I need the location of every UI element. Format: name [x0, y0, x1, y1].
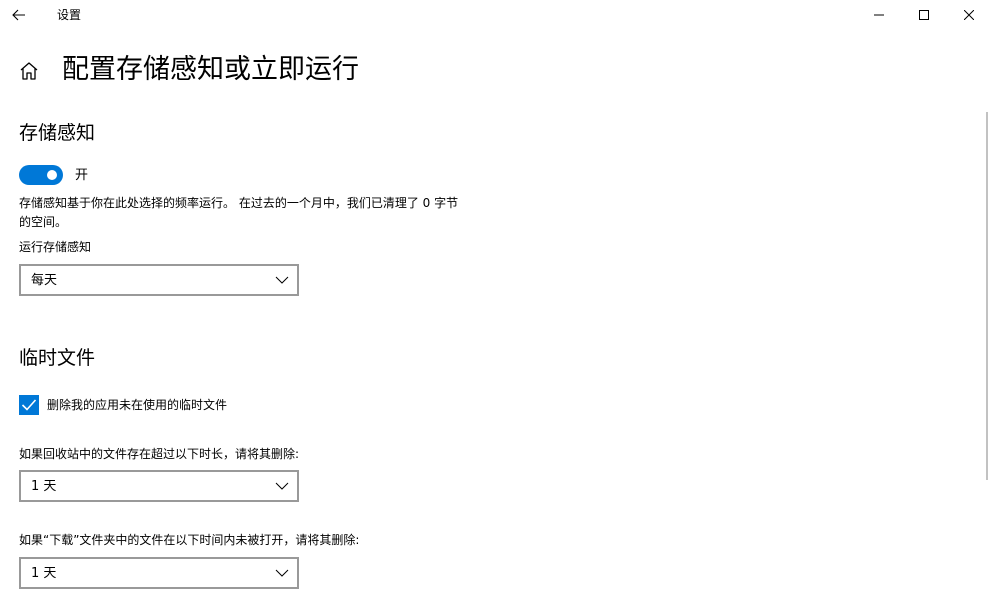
toggle-knob [47, 170, 57, 180]
dropdown-value: 1 天 [31, 566, 57, 581]
minimize-button[interactable] [856, 0, 902, 30]
back-button[interactable] [0, 0, 38, 30]
storage-sense-description: 存储感知基于你在此处选择的频率运行。 在过去的一个月中，我们已清理了 0 字节 … [19, 196, 459, 229]
chevron-down-icon [275, 276, 289, 284]
chevron-down-icon [275, 482, 289, 490]
arrow-left-icon [12, 9, 25, 21]
run-frequency-dropdown[interactable]: 每天 [19, 264, 299, 296]
recycle-bin-label: 如果回收站中的文件存在超过以下时长，请将其删除: [19, 447, 300, 461]
close-icon [964, 10, 974, 20]
app-title: 设置 [57, 8, 82, 22]
recycle-bin-duration-dropdown[interactable]: 1 天 [19, 470, 299, 502]
section-title-storage-sense: 存储感知 [19, 122, 96, 144]
dropdown-value: 每天 [31, 273, 58, 288]
title-bar: 设置 [0, 0, 990, 30]
home-icon[interactable] [18, 60, 40, 82]
chevron-down-icon [275, 569, 289, 577]
downloads-folder-label: 如果“下载”文件夹中的文件在以下时间内未被打开，请将其删除: [19, 533, 360, 547]
delete-temp-files-label: 删除我的应用未在使用的临时文件 [47, 398, 228, 412]
scrollbar[interactable] [986, 112, 988, 480]
delete-temp-files-checkbox[interactable] [19, 395, 39, 415]
storage-sense-toggle[interactable] [19, 165, 63, 185]
close-button[interactable] [946, 0, 990, 30]
page-title: 配置存储感知或立即运行 [62, 54, 359, 85]
toggle-state-label: 开 [75, 168, 89, 183]
section-title-temp-files: 临时文件 [19, 347, 96, 369]
run-storage-sense-label: 运行存储感知 [19, 240, 92, 254]
dropdown-value: 1 天 [31, 479, 57, 494]
maximize-icon [919, 10, 929, 20]
maximize-button[interactable] [901, 0, 947, 30]
downloads-duration-dropdown[interactable]: 1 天 [19, 557, 299, 589]
checkmark-icon [21, 399, 37, 411]
minimize-icon [874, 14, 884, 16]
